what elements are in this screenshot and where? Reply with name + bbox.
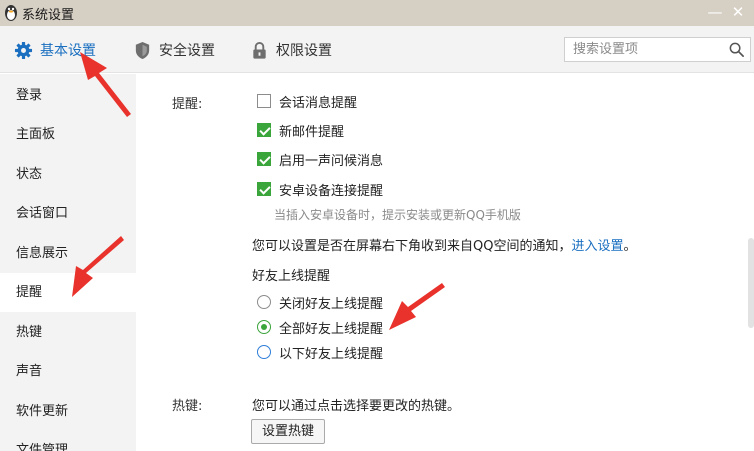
shield-icon [135,41,150,59]
gear-icon [14,41,33,59]
checkbox-label: 新邮件提醒 [279,124,345,140]
sidebar-item-main-panel[interactable]: 主面板 [0,115,136,154]
radio-button[interactable] [257,345,271,359]
android-hint-text: 当插入安卓设备时，提示安装或更新QQ手机版 [274,208,521,222]
qzone-notice-body: 您可以设置是否在屏幕右下角收到来自QQ空间的通知， [252,239,572,254]
sidebar-item-status[interactable]: 状态 [0,155,136,194]
window-title: 系统设置 [22,8,75,23]
checkbox-chat-message-reminder[interactable]: 会话消息提醒 [257,92,358,111]
set-hotkey-button[interactable]: 设置热键 [251,419,326,444]
checkbox-new-mail-reminder[interactable]: 新邮件提醒 [257,121,345,140]
search-icon[interactable] [728,41,745,58]
friend-online-title: 好友上线提醒 [252,269,331,284]
checkbox-box[interactable] [257,123,271,137]
radio-disable-friend-online[interactable]: 关闭好友上线提醒 [257,293,384,312]
settings-content: 提醒: 会话消息提醒 新邮件提醒 启用一声问候消息 安卓设备连接提醒 当插入安卓… [136,74,754,451]
radio-button[interactable] [257,295,271,309]
checkbox-label: 会话消息提醒 [279,95,358,111]
radio-selected-friends-online[interactable]: 以下好友上线提醒 [257,343,384,362]
checkbox-label: 启用一声问候消息 [279,153,384,169]
hotkey-section-label: 热键: [172,399,203,414]
radio-all-friends-online[interactable]: 全部好友上线提醒 [257,318,384,337]
sidebar-item-reminder[interactable]: 提醒 [0,273,136,312]
title-bar: 系统设置 — ✕ [0,0,754,26]
sidebar-item-hotkey[interactable]: 热键 [0,313,136,352]
qzone-notice-suffix: 。 [623,239,637,254]
content-scrollbar[interactable] [748,238,754,328]
reminder-section-label: 提醒: [172,97,203,112]
checkbox-greeting-message[interactable]: 启用一声问候消息 [257,150,384,169]
radio-label: 以下好友上线提醒 [279,346,384,362]
sidebar-item-sound[interactable]: 声音 [0,352,136,391]
hotkey-description: 您可以通过点击选择要更改的热键。 [252,399,461,414]
radio-button[interactable] [257,320,271,334]
radio-label: 全部好友上线提醒 [279,321,384,337]
settings-sidebar: 登录 主面板 状态 会话窗口 信息展示 提醒 热键 声音 软件更新 文件管理 [0,74,136,451]
tab-permission-settings[interactable]: 权限设置 [250,39,332,61]
tab-security-settings[interactable]: 安全设置 [133,39,215,61]
qq-penguin-icon [5,5,17,21]
sidebar-item-chat-window[interactable]: 会话窗口 [0,194,136,233]
checkbox-android-connect-reminder[interactable]: 安卓设备连接提醒 [257,180,384,199]
tab-label: 权限设置 [276,43,332,59]
tab-label: 基本设置 [40,43,96,59]
tab-label: 安全设置 [159,43,215,59]
sidebar-item-info-display[interactable]: 信息展示 [0,234,136,273]
radio-label: 关闭好友上线提醒 [279,296,384,312]
sidebar-item-login[interactable]: 登录 [0,76,136,115]
lock-icon [253,41,266,59]
checkbox-box[interactable] [257,152,271,166]
tab-basic-settings[interactable]: 基本设置 [14,39,96,61]
sidebar-item-software-update[interactable]: 软件更新 [0,392,136,431]
checkbox-box[interactable] [257,182,271,196]
checkbox-label: 安卓设备连接提醒 [279,183,384,199]
checkbox-box[interactable] [257,94,271,108]
qzone-settings-link[interactable]: 进入设置 [571,239,623,254]
search-input[interactable] [565,38,715,61]
close-button[interactable]: ✕ [729,3,747,21]
minimize-button[interactable]: — [706,3,724,21]
qzone-notice-text: 您可以设置是否在屏幕右下角收到来自QQ空间的通知，进入设置。 [252,235,637,254]
sidebar-item-file-management[interactable]: 文件管理 [0,431,136,451]
settings-search-box[interactable] [564,37,751,62]
